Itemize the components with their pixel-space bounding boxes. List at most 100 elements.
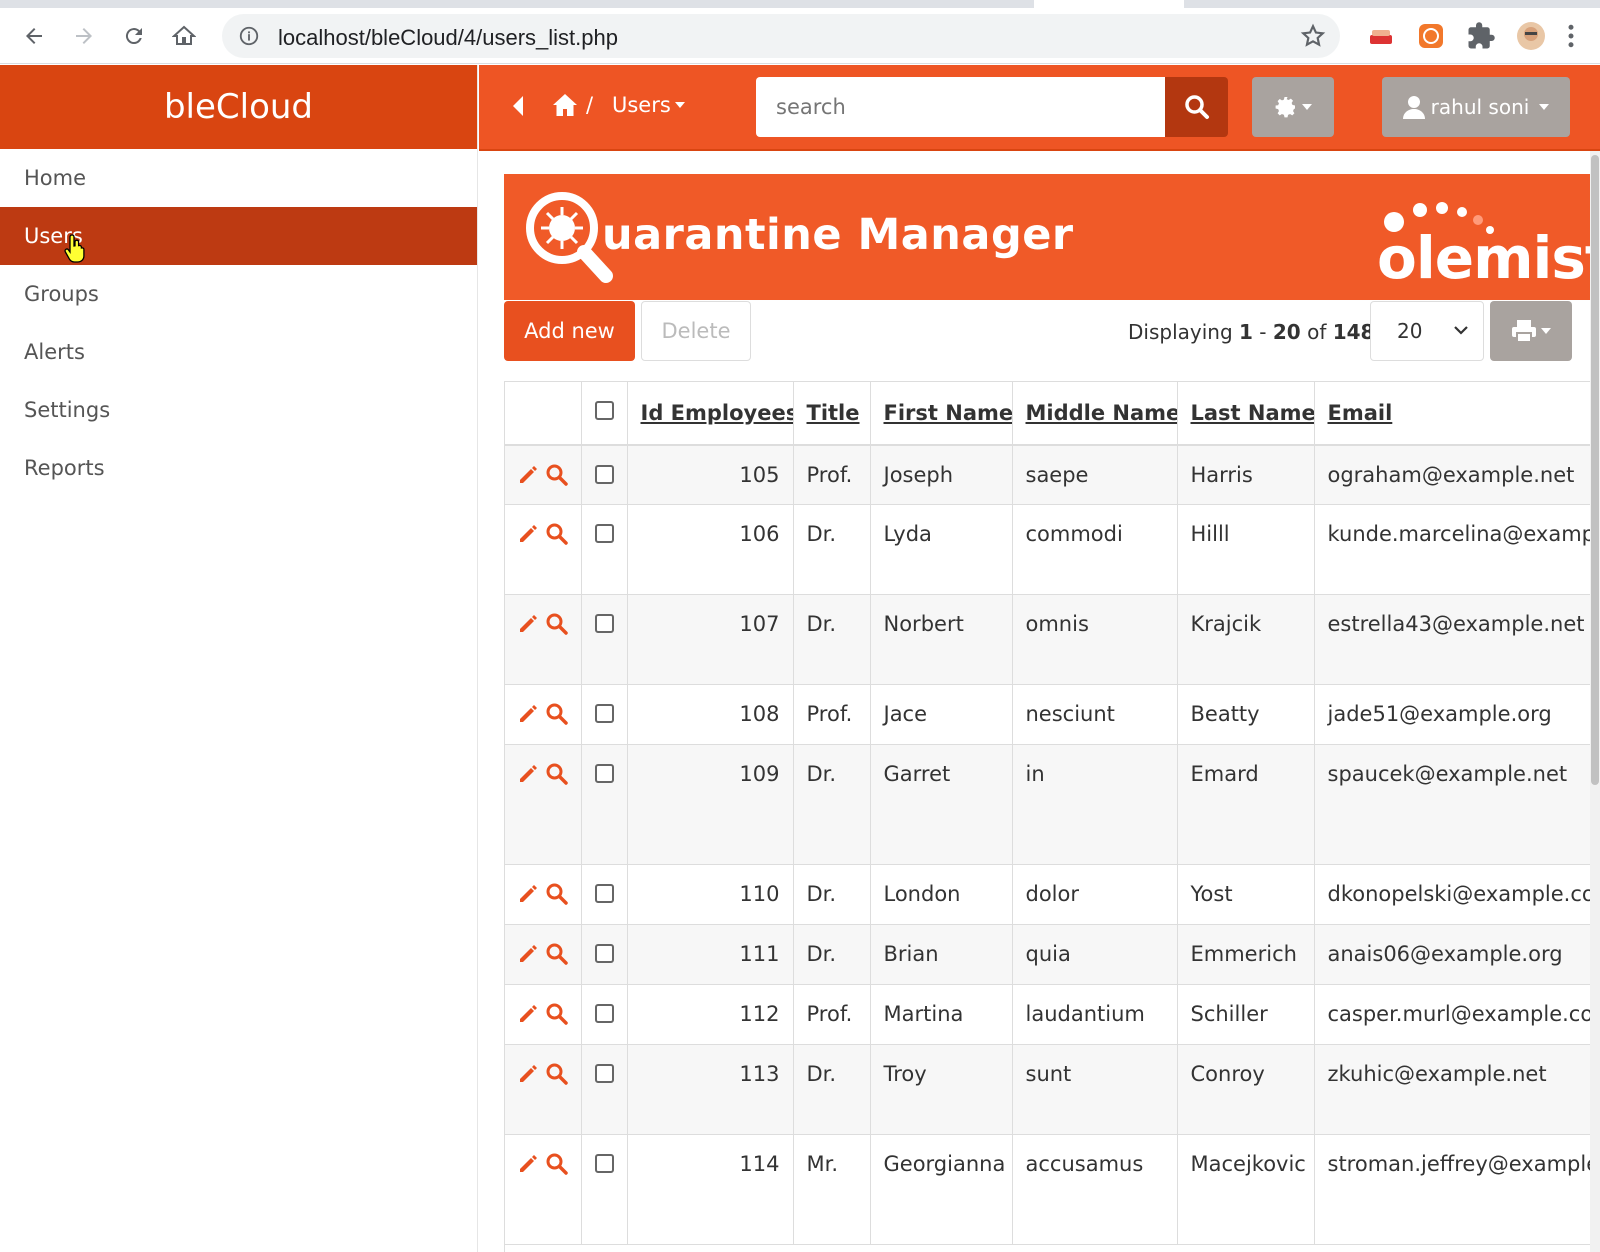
row-checkbox[interactable] bbox=[594, 764, 614, 783]
column-header[interactable]: Id Employees bbox=[627, 381, 794, 446]
sidebar-item-reports[interactable]: Reports bbox=[0, 439, 477, 497]
table-row[interactable]: 111 Dr. Brian quia Emmerich anais06@example.o… bbox=[505, 924, 1600, 985]
brand-name[interactable]: bleCloud bbox=[164, 87, 313, 127]
edit-pencil-icon[interactable] bbox=[517, 883, 539, 905]
sidebar-toggle-icon[interactable] bbox=[511, 95, 525, 117]
brand-header[interactable]: bleCloud bbox=[0, 65, 477, 149]
table-cell-email: ograham@example.net bbox=[1314, 444, 1600, 505]
table-cell-id: 110 bbox=[627, 864, 794, 925]
row-checkbox[interactable] bbox=[594, 884, 614, 903]
total-count: 148 bbox=[1332, 320, 1375, 344]
table-row[interactable]: 109 Dr. Garret in Emard spaucek@example.net bbox=[505, 744, 1600, 865]
column-header[interactable]: Title bbox=[793, 381, 871, 446]
view-magnifier-icon[interactable] bbox=[545, 522, 569, 546]
sidebar-item-alerts[interactable]: Alerts bbox=[0, 323, 477, 381]
search-input[interactable] bbox=[756, 77, 1166, 137]
scrollbar-thumb[interactable] bbox=[1591, 155, 1599, 785]
edit-pencil-icon[interactable] bbox=[517, 613, 539, 635]
profile-avatar-icon[interactable] bbox=[1516, 21, 1546, 51]
table-row[interactable]: 106 Dr. Lyda commodi Hilll kunde.marcelina@ex… bbox=[505, 504, 1600, 595]
edit-pencil-icon[interactable] bbox=[517, 763, 539, 785]
view-magnifier-icon[interactable] bbox=[545, 882, 569, 906]
table-body: 105 Prof. Joseph saepe Harris ograham@example… bbox=[505, 444, 1600, 1245]
extension-icon[interactable] bbox=[1416, 21, 1446, 51]
puzzle-icon[interactable] bbox=[1466, 21, 1496, 51]
edit-pencil-icon[interactable] bbox=[517, 1003, 539, 1025]
table-row[interactable]: 113 Dr. Troy sunt Conroy zkuhic@example.net bbox=[505, 1044, 1600, 1135]
forward-icon[interactable] bbox=[66, 18, 102, 54]
table-cell-email: dkonopelski@example.com bbox=[1314, 864, 1600, 925]
address-bar[interactable]: localhost/bleCloud/4/users_list.php bbox=[222, 14, 1340, 58]
table-row[interactable]: 105 Prof. Joseph saepe Harris ograham@example… bbox=[505, 444, 1600, 505]
view-magnifier-icon[interactable] bbox=[545, 1062, 569, 1086]
row-checkbox[interactable] bbox=[594, 1064, 614, 1083]
row-select-cell bbox=[581, 924, 628, 985]
table-row[interactable]: 107 Dr. Norbert omnis Krajcik estrella43@exam… bbox=[505, 594, 1600, 685]
edit-pencil-icon[interactable] bbox=[517, 1063, 539, 1085]
delete-button[interactable]: Delete bbox=[641, 301, 751, 361]
sidebar-item-home[interactable]: Home bbox=[0, 149, 477, 207]
row-checkbox[interactable] bbox=[594, 524, 614, 543]
breadcrumb-current[interactable]: Users bbox=[612, 93, 671, 117]
table-cell-title: Dr. bbox=[793, 504, 871, 595]
range-start: 1 bbox=[1239, 320, 1253, 344]
view-magnifier-icon[interactable] bbox=[545, 762, 569, 786]
info-icon[interactable] bbox=[238, 25, 260, 47]
extension-icon[interactable] bbox=[1366, 21, 1396, 51]
search-button[interactable] bbox=[1165, 77, 1228, 137]
page-size-value: 20 bbox=[1397, 319, 1423, 343]
edit-pencil-icon[interactable] bbox=[517, 943, 539, 965]
menu-dots-icon[interactable] bbox=[1566, 21, 1576, 51]
edit-pencil-icon[interactable] bbox=[517, 464, 539, 486]
print-dropdown-button[interactable] bbox=[1490, 301, 1572, 361]
edit-pencil-icon[interactable] bbox=[517, 523, 539, 545]
view-magnifier-icon[interactable] bbox=[545, 942, 569, 966]
row-checkbox[interactable] bbox=[594, 464, 614, 484]
view-magnifier-icon[interactable] bbox=[545, 702, 569, 726]
row-checkbox[interactable] bbox=[594, 1004, 614, 1023]
sidebar: bleCloud Home Users Groups Alerts Settin… bbox=[0, 65, 478, 1252]
pagination-summary: Displaying 1 - 20 of 148 bbox=[1128, 320, 1374, 344]
url-text[interactable]: localhost/bleCloud/4/users_list.php bbox=[278, 25, 618, 51]
reload-icon[interactable] bbox=[116, 18, 152, 54]
column-header[interactable]: First Name bbox=[870, 381, 1013, 446]
view-magnifier-icon[interactable] bbox=[545, 1002, 569, 1026]
sidebar-item-users[interactable]: Users bbox=[0, 207, 477, 265]
sidebar-item-settings[interactable]: Settings bbox=[0, 381, 477, 439]
back-icon[interactable] bbox=[16, 18, 52, 54]
user-menu-button[interactable]: rahul soni bbox=[1382, 77, 1570, 137]
table-cell-title: Prof. bbox=[793, 444, 871, 505]
view-magnifier-icon[interactable] bbox=[545, 612, 569, 636]
edit-pencil-icon[interactable] bbox=[517, 1153, 539, 1175]
table-row[interactable]: 108 Prof. Jace nesciunt Beatty jade51@example… bbox=[505, 684, 1600, 745]
select-all-checkbox[interactable] bbox=[594, 400, 614, 420]
bookmark-star-icon[interactable] bbox=[1300, 23, 1326, 49]
edit-pencil-icon[interactable] bbox=[517, 703, 539, 725]
table-row[interactable]: 110 Dr. London dolor Yost dkonopelski@example… bbox=[505, 864, 1600, 925]
settings-dropdown-button[interactable] bbox=[1252, 77, 1334, 137]
row-checkbox[interactable] bbox=[594, 1154, 614, 1173]
row-checkbox[interactable] bbox=[594, 704, 614, 723]
browser-tab[interactable] bbox=[1034, 0, 1184, 8]
table-row[interactable]: 112 Prof. Martina laudantium Schiller casper.… bbox=[505, 984, 1600, 1045]
row-actions-cell bbox=[505, 984, 582, 1045]
home-icon[interactable] bbox=[552, 93, 578, 117]
row-select-cell bbox=[581, 594, 628, 685]
breadcrumb-users-dropdown[interactable]: Users bbox=[612, 93, 685, 117]
view-magnifier-icon[interactable] bbox=[545, 1152, 569, 1176]
column-header[interactable]: Last Name bbox=[1177, 381, 1315, 446]
table-row[interactable]: 114 Mr. Georgianna accusamus Macejkovic strom… bbox=[505, 1134, 1600, 1245]
page-scrollbar[interactable] bbox=[1590, 151, 1600, 1252]
row-checkbox[interactable] bbox=[594, 944, 614, 963]
row-checkbox[interactable] bbox=[594, 614, 614, 633]
sidebar-item-groups[interactable]: Groups bbox=[0, 265, 477, 323]
sidebar-item-label: Alerts bbox=[24, 340, 85, 364]
column-header[interactable]: Middle Name bbox=[1012, 381, 1178, 446]
search-box[interactable] bbox=[756, 77, 1166, 137]
view-magnifier-icon[interactable] bbox=[545, 463, 569, 487]
page-size-select[interactable]: 20 bbox=[1370, 301, 1484, 361]
table-cell-middle: nesciunt bbox=[1012, 684, 1178, 745]
home-browser-icon[interactable] bbox=[166, 18, 202, 54]
add-new-button[interactable]: Add new bbox=[504, 301, 635, 361]
column-header[interactable]: Email bbox=[1314, 381, 1600, 446]
